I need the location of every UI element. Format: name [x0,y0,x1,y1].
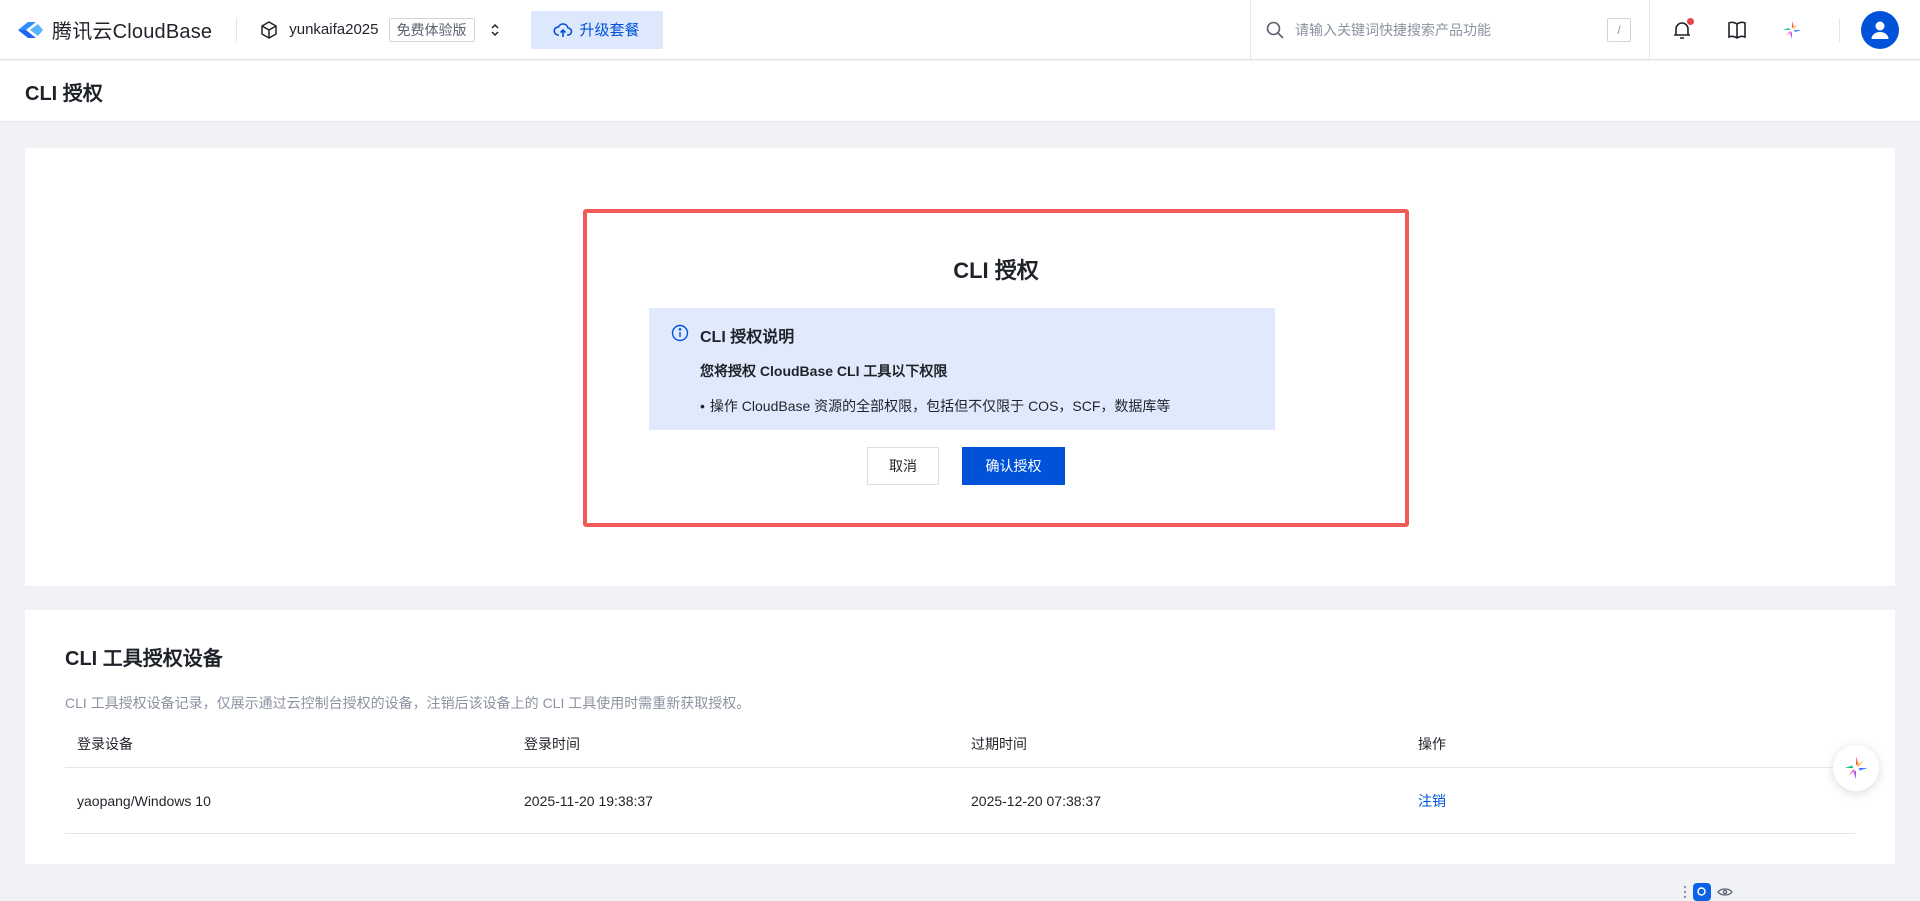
brand[interactable]: 腾讯云CloudBase [16,0,212,60]
devices-title: CLI 工具授权设备 [65,648,223,670]
env-plan-badge: 免费体验版 [388,17,475,42]
cancel-button[interactable]: 取消 [867,447,939,485]
cube-icon [261,20,277,39]
top-bar: 腾讯云CloudBase yunkaifa2025 免费体验版 升级套餐 / [0,0,1920,60]
permission-bullet: 操作 CloudBase 资源的全部权限，包括但不仅限于 COS，SCF，数据库… [700,396,1171,416]
column-header-device: 登录设备 [77,735,133,752]
ai-assistant-icon [1844,756,1868,780]
global-search[interactable]: / [1250,0,1650,60]
brand-name: 腾讯云CloudBase [52,21,213,43]
devices-description: CLI 工具授权设备记录，仅展示通过云控制台授权的设备，注销后该设备上的 CLI… [65,695,751,711]
divider [1839,18,1840,42]
search-shortcut-key: / [1607,18,1631,42]
unread-dot [1687,18,1694,25]
column-header-action: 操作 [1418,735,1446,752]
table-row: yaopang/Windows 10 2025-11-20 19:38:37 2… [65,768,1855,834]
devices-card: CLI 工具授权设备 CLI 工具授权设备记录，仅展示通过云控制台授权的设备，注… [25,610,1895,864]
drag-handle-icon[interactable] [1683,885,1687,899]
page-header: CLI 授权 [0,61,1920,122]
search-tool-icon[interactable] [1693,883,1711,901]
cell-device: yaopang/Windows 10 [77,792,211,809]
user-avatar[interactable] [1861,11,1899,49]
cloud-upload-icon [553,22,573,37]
switch-arrows-icon[interactable] [487,22,503,38]
ai-assistant-icon[interactable] [1780,18,1804,42]
floating-assistant-button[interactable] [1833,745,1879,791]
column-header-login-time: 登录时间 [524,735,580,752]
revoke-link[interactable]: 注销 [1418,793,1446,809]
upgrade-plan-button[interactable]: 升级套餐 [530,10,663,49]
table-header-row: 登录设备 登录时间 过期时间 操作 [65,720,1855,768]
page-title: CLI 授权 [25,82,103,105]
notification-bell-icon[interactable] [1670,18,1694,42]
confirm-auth-button[interactable]: 确认授权 [962,447,1065,485]
cell-login-time: 2025-11-20 19:38:37 [524,792,653,809]
docs-book-icon[interactable] [1725,18,1749,42]
user-icon [1871,21,1889,39]
cloudbase-logo-icon [18,21,43,38]
info-subtitle: 您将授权 CloudBase CLI 工具以下权限 [700,363,948,379]
divider [236,17,238,42]
devices-table: 登录设备 登录时间 过期时间 操作 yaopang/Windows 10 202… [65,720,1855,834]
top-actions [1670,0,1835,60]
env-name: yunkaifa2025 [289,21,379,38]
auth-info-box: CLI 授权说明 您将授权 CloudBase CLI 工具以下权限 操作 Cl… [649,308,1275,430]
env-selector[interactable]: yunkaifa2025 免费体验版 [259,0,502,60]
search-input[interactable] [1295,22,1607,38]
search-icon [1266,21,1284,39]
eye-icon[interactable] [1717,887,1733,897]
auth-title: CLI 授权 [953,258,1039,283]
upgrade-plan-label: 升级套餐 [579,22,640,39]
info-title: CLI 授权说明 [700,329,795,346]
info-icon [671,324,689,342]
mini-toolbar [1683,883,1733,901]
column-header-expire-time: 过期时间 [971,735,1027,752]
cli-auth-panel: CLI 授权 CLI 授权说明 您将授权 CloudBase CLI 工具以下权… [583,209,1409,527]
cell-expire-time: 2025-12-20 07:38:37 [971,792,1101,809]
